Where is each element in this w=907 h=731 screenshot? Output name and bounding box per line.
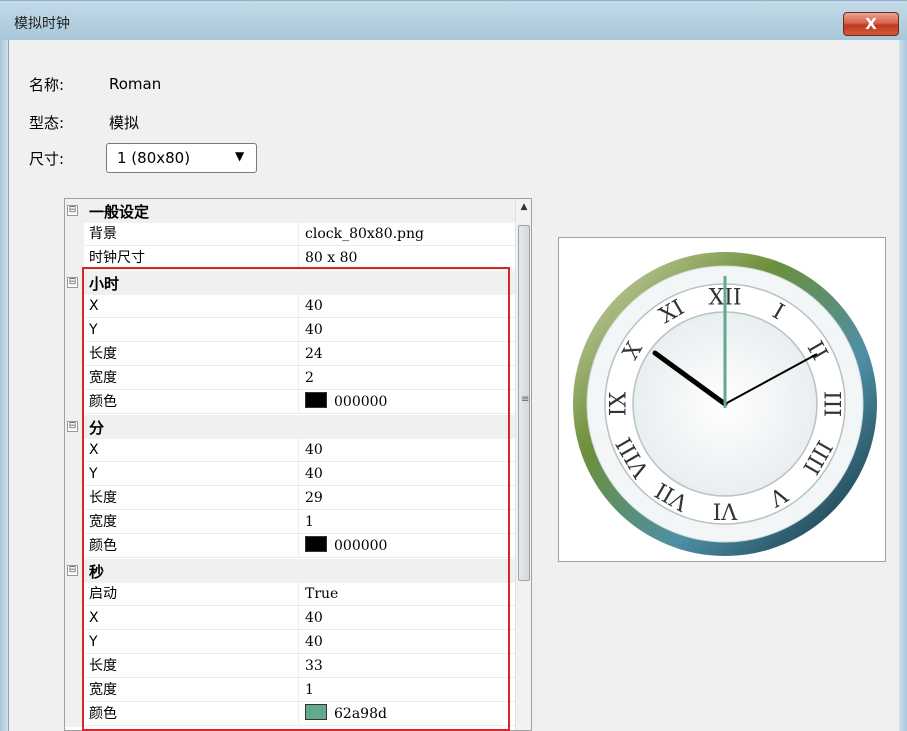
property-row-minute-length[interactable]: 长度 29 xyxy=(65,487,515,511)
roman-numeral: IX xyxy=(607,391,632,416)
property-row-second-enable[interactable]: 启动 True xyxy=(65,583,515,607)
roman-numeral: VI xyxy=(713,498,739,523)
size-label: 尺寸: xyxy=(29,150,65,168)
category-hour[interactable]: ⊟ 小时 xyxy=(65,271,515,295)
property-value[interactable]: 000000 xyxy=(299,535,515,558)
property-name: X xyxy=(85,607,299,630)
collapse-icon[interactable]: ⊟ xyxy=(67,421,78,432)
property-value[interactable]: True xyxy=(299,583,515,606)
color-swatch xyxy=(305,536,327,552)
property-name: 长度 xyxy=(85,655,299,678)
property-value[interactable]: 1 xyxy=(299,679,515,702)
property-value[interactable]: 40 xyxy=(299,295,515,318)
property-row-clock-size[interactable]: 时钟尺寸 80 x 80 xyxy=(65,247,515,271)
property-row-minute-width[interactable]: 宽度 1 xyxy=(65,511,515,535)
property-row-background[interactable]: 背景 clock_80x80.png xyxy=(65,223,515,247)
collapse-icon[interactable]: ⊟ xyxy=(67,277,78,288)
category-minute[interactable]: ⊟ 分 xyxy=(65,415,515,439)
color-hex-text: 000000 xyxy=(334,538,388,554)
size-dropdown[interactable]: 1 (80x80) ▼ xyxy=(106,143,257,173)
property-name: 长度 xyxy=(85,343,299,366)
size-selected-value: 1 (80x80) xyxy=(117,149,191,167)
category-general[interactable]: ⊟ 一般设定 xyxy=(65,199,515,223)
category-label: 分 xyxy=(89,419,105,437)
property-name: X xyxy=(85,295,299,318)
property-value[interactable]: 40 xyxy=(299,439,515,462)
roman-numeral: III xyxy=(819,391,844,417)
vertical-scrollbar[interactable]: ▲ ≡ xyxy=(515,199,531,730)
property-name: 颜色 xyxy=(85,703,299,726)
property-name: Y xyxy=(85,319,299,342)
property-row-second-width[interactable]: 宽度 1 xyxy=(65,679,515,703)
category-label: 一般设定 xyxy=(89,203,150,221)
window-frame-right xyxy=(899,40,907,731)
property-name: 启动 xyxy=(85,583,299,606)
dropdown-arrow-icon: ▼ xyxy=(235,149,245,163)
close-button[interactable]: X xyxy=(843,12,899,36)
category-second[interactable]: ⊟ 秒 xyxy=(65,559,515,583)
property-value[interactable]: 80 x 80 xyxy=(299,247,515,270)
category-label: 小时 xyxy=(89,275,120,293)
property-row-hour-x[interactable]: X 40 xyxy=(65,295,515,319)
property-row-minute-y[interactable]: Y 40 xyxy=(65,463,515,487)
color-swatch xyxy=(305,704,327,720)
scroll-grip-icon: ≡ xyxy=(521,394,530,405)
property-name: Y xyxy=(85,463,299,486)
property-row-minute-x[interactable]: X 40 xyxy=(65,439,515,463)
property-row-second-length[interactable]: 长度 33 xyxy=(65,655,515,679)
property-name: 时钟尺寸 xyxy=(85,247,299,270)
name-label: 名称: xyxy=(29,76,65,94)
property-value[interactable]: clock_80x80.png xyxy=(299,223,515,246)
color-hex-text: 62a98d xyxy=(334,706,387,722)
property-row-hour-width[interactable]: 宽度 2 xyxy=(65,367,515,391)
property-name: X xyxy=(85,439,299,462)
property-value[interactable]: 40 xyxy=(299,463,515,486)
property-name: Y xyxy=(85,631,299,654)
property-name: 背景 xyxy=(85,223,299,246)
color-swatch xyxy=(305,392,327,408)
window-frame-left xyxy=(0,40,8,731)
property-value[interactable]: 000000 xyxy=(299,391,515,414)
property-value[interactable]: 2 xyxy=(299,367,515,390)
property-row-hour-length[interactable]: 长度 24 xyxy=(65,343,515,367)
property-value[interactable]: 29 xyxy=(299,487,515,510)
property-name: 宽度 xyxy=(85,679,299,702)
property-value[interactable]: 40 xyxy=(299,319,515,342)
property-row-second-color[interactable]: 颜色 62a98d xyxy=(65,703,515,727)
clock-preview: XII I II III IIII V VI VII VIII IX X XI xyxy=(558,237,886,562)
property-value[interactable]: 40 xyxy=(299,631,515,654)
property-grid[interactable]: ⊟ 一般设定 背景 clock_80x80.png 时钟尺寸 80 x 80 ⊟… xyxy=(64,198,532,731)
property-value[interactable]: 24 xyxy=(299,343,515,366)
window-title: 模拟时钟 xyxy=(14,16,70,32)
property-value[interactable]: 40 xyxy=(299,607,515,630)
scroll-up-arrow-icon[interactable]: ▲ xyxy=(516,199,531,215)
type-value: 模拟 xyxy=(109,114,140,132)
property-name: 颜色 xyxy=(85,535,299,558)
property-row-second-x[interactable]: X 40 xyxy=(65,607,515,631)
property-row-hour-y[interactable]: Y 40 xyxy=(65,319,515,343)
category-label: 秒 xyxy=(89,563,105,581)
close-icon: X xyxy=(865,15,877,33)
clock-face-image: XIIIIIIIIIIIIVVIVIIVIIIIXXXI xyxy=(573,252,877,556)
collapse-icon[interactable]: ⊟ xyxy=(67,565,78,576)
property-value[interactable]: 33 xyxy=(299,655,515,678)
color-hex-text: 000000 xyxy=(334,394,388,410)
property-name: 长度 xyxy=(85,487,299,510)
property-name: 颜色 xyxy=(85,391,299,414)
property-name: 宽度 xyxy=(85,367,299,390)
name-value: Roman xyxy=(109,75,162,93)
property-value[interactable]: 62a98d xyxy=(299,703,515,726)
property-row-second-y[interactable]: Y 40 xyxy=(65,631,515,655)
property-row-minute-color[interactable]: 颜色 000000 xyxy=(65,535,515,559)
scroll-thumb[interactable]: ≡ xyxy=(518,225,530,581)
dialog-body: 名称: Roman 型态: 模拟 尺寸: 1 (80x80) ▼ ⊟ 一般设定 … xyxy=(8,40,899,731)
property-name: 宽度 xyxy=(85,511,299,534)
collapse-icon[interactable]: ⊟ xyxy=(67,205,78,216)
type-label: 型态: xyxy=(29,114,65,132)
property-value[interactable]: 1 xyxy=(299,511,515,534)
property-row-hour-color[interactable]: 颜色 000000 xyxy=(65,391,515,415)
